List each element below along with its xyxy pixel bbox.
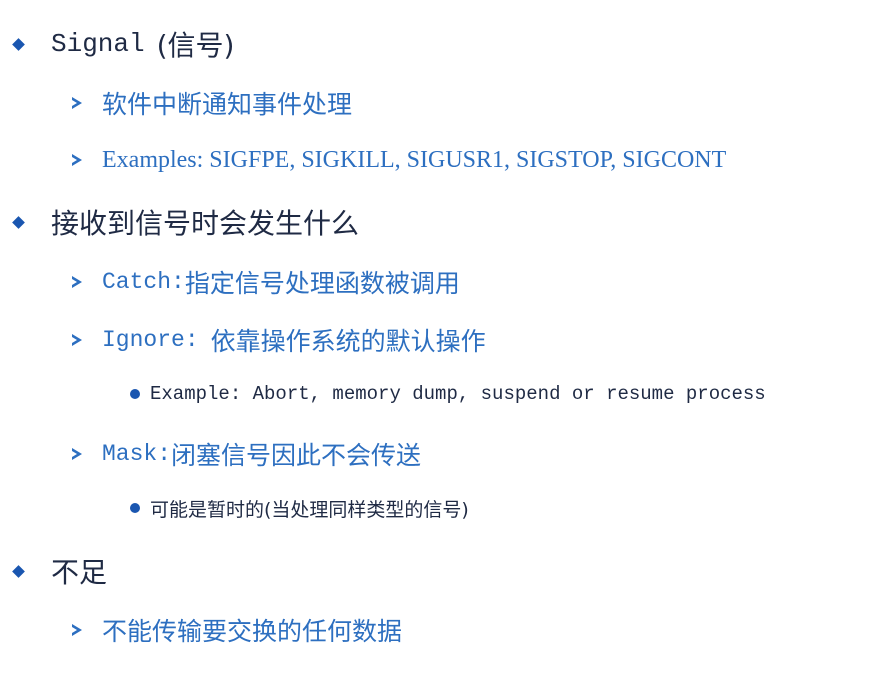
- arrow-bullet-icon: [72, 448, 82, 460]
- arrow-bullet-icon: [72, 154, 82, 166]
- diamond-bullet-icon: [12, 215, 25, 229]
- sub-item-ignore: Ignore: 依靠操作系统的默认操作: [72, 320, 486, 360]
- item-text: Examples: SIGFPE, SIGKILL, SIGUSR1, SIGS…: [102, 146, 727, 173]
- item-text: 接收到信号时会发生什么: [51, 207, 360, 240]
- item-text: 不能传输要交换的任何数据: [102, 617, 403, 646]
- item-text: 指定信号处理函数被调用: [184, 269, 460, 298]
- sub-item-software-interrupt: 软件中断通知事件处理: [72, 84, 352, 122]
- slide: Signal (信号) 软件中断通知事件处理 Examples: SIGFPE,…: [0, 0, 880, 680]
- item-text: (信号): [156, 29, 235, 62]
- dot-bullet-icon: [130, 503, 140, 513]
- item-text: Catch:: [102, 269, 185, 295]
- arrow-bullet-icon: [72, 624, 82, 636]
- dot-bullet-icon: [130, 389, 140, 399]
- sub-item-examples: Examples: SIGFPE, SIGKILL, SIGUSR1, SIGS…: [72, 142, 726, 178]
- sub-item-no-data: 不能传输要交换的任何数据: [72, 610, 402, 650]
- bullet-item-on-receive: 接收到信号时会发生什么: [12, 200, 360, 244]
- item-text: 软件中断通知事件处理: [102, 90, 353, 119]
- bullet-item-shortcoming: 不足: [12, 550, 108, 592]
- item-text: Signal: [51, 29, 145, 59]
- arrow-bullet-icon: [72, 334, 82, 346]
- item-text: 可能是暂时的(当处理同样类型的信号): [150, 498, 469, 521]
- item-text: Example: Abort, memory dump, suspend or …: [150, 383, 766, 405]
- item-text: Mask:: [102, 441, 172, 467]
- item-text: Ignore:: [102, 327, 199, 353]
- sub-item-mask: Mask: 闭塞信号因此不会传送: [72, 434, 421, 474]
- item-text: 依靠操作系统的默认操作: [210, 327, 486, 356]
- sub-item-catch: Catch: 指定信号处理函数被调用: [72, 262, 460, 302]
- sub-sub-item-temporary: 可能是暂时的(当处理同样类型的信号): [130, 492, 469, 524]
- arrow-bullet-icon: [72, 97, 82, 109]
- sub-sub-item-example: Example: Abort, memory dump, suspend or …: [130, 378, 766, 410]
- item-text: 闭塞信号因此不会传送: [171, 441, 422, 470]
- diamond-bullet-icon: [12, 37, 25, 51]
- bullet-item-signal: Signal (信号): [12, 24, 235, 64]
- arrow-bullet-icon: [72, 276, 82, 288]
- item-text: 不足: [51, 556, 108, 589]
- diamond-bullet-icon: [12, 564, 25, 578]
